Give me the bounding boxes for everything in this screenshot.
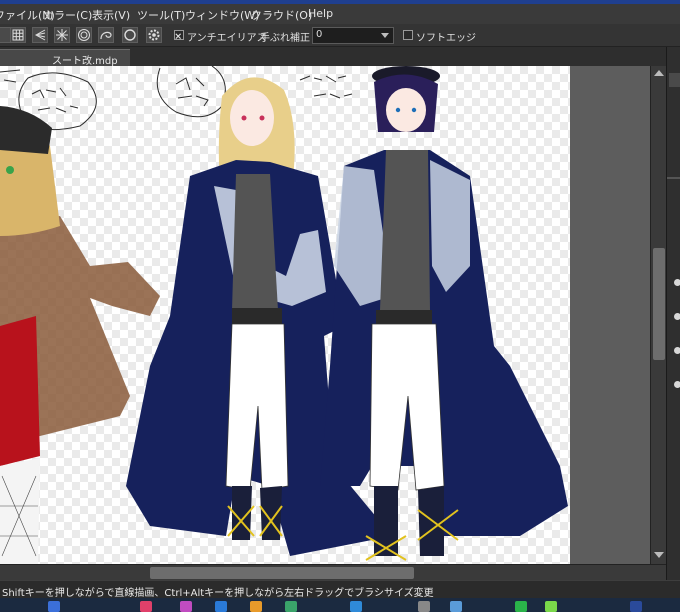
menu-window[interactable]: ウィンドウ(W) xyxy=(185,7,259,23)
perspective-lines-icon xyxy=(34,29,46,41)
curve-icon xyxy=(100,31,112,40)
tool-options-bar: アンチエイリアス 手ぶれ補正 0 ソフトエッジ xyxy=(0,24,680,47)
taskbar-app-icon[interactable] xyxy=(250,601,262,612)
document-tab[interactable]: スート改.mdp xyxy=(0,49,130,67)
stabilizer-select[interactable]: 0 xyxy=(312,27,394,44)
menu-cloud[interactable]: クラウド(O) xyxy=(251,7,312,23)
taskbar-app-icon[interactable] xyxy=(350,601,362,612)
snap-parallel-button[interactable] xyxy=(32,27,48,43)
horizontal-scroll-thumb[interactable] xyxy=(150,567,414,579)
taskbar-app-icon[interactable] xyxy=(450,601,462,612)
artwork-canvas[interactable] xyxy=(0,66,570,564)
taskbar-app-icon[interactable] xyxy=(630,601,642,612)
snap-concentric-button[interactable] xyxy=(76,27,92,43)
vertical-scroll-thumb[interactable] xyxy=(653,248,665,360)
chevron-down-icon xyxy=(381,33,389,38)
snap-circle-button[interactable] xyxy=(122,27,138,43)
taskbar-app-icon[interactable] xyxy=(215,601,227,612)
panel-button[interactable] xyxy=(669,73,680,87)
horizontal-scrollbar[interactable] xyxy=(0,564,666,580)
gear-icon xyxy=(148,29,160,41)
menu-bar: ファイル(N) カラー(C) 表示(V) ツール(T) ウィンドウ(W) クラウ… xyxy=(0,0,680,24)
menu-help[interactable]: Help xyxy=(308,7,333,20)
document-tab-row: スート改.mdp xyxy=(0,47,668,67)
taskbar-app-icon[interactable] xyxy=(515,601,527,612)
taskbar-app-icon[interactable] xyxy=(48,601,60,612)
scroll-down-arrow-icon[interactable] xyxy=(654,552,664,558)
taskbar-app-icon[interactable] xyxy=(140,601,152,612)
check-icon xyxy=(175,33,181,39)
snap-settings-button[interactable] xyxy=(146,27,162,43)
grid-icon xyxy=(12,29,24,41)
character-illustration xyxy=(0,66,568,564)
soft-edge-checkbox[interactable] xyxy=(403,30,413,40)
antialias-label: アンチエイリアス xyxy=(187,33,267,44)
concentric-circles-icon xyxy=(78,29,90,41)
circle-icon xyxy=(124,29,136,41)
taskbar-app-icon[interactable] xyxy=(418,601,430,612)
stabilizer-label: 手ぶれ補正 xyxy=(260,33,310,44)
soft-edge-label: ソフトエッジ xyxy=(416,33,476,44)
taskbar-app-icon[interactable] xyxy=(285,601,297,612)
right-panel xyxy=(666,47,680,580)
canvas-viewport[interactable] xyxy=(0,66,650,564)
panel-divider xyxy=(667,177,680,179)
layer-visibility-icon[interactable] xyxy=(674,279,680,286)
snap-grid-button[interactable] xyxy=(10,27,26,43)
taskbar-app-icon[interactable] xyxy=(545,601,557,612)
scroll-up-arrow-icon[interactable] xyxy=(654,70,664,76)
handwritten-notes xyxy=(0,66,353,131)
document-title: スート改.mdp xyxy=(52,56,118,67)
right-character xyxy=(320,66,568,561)
stabilizer-value: 0 xyxy=(316,29,323,40)
snap-radial-button[interactable] xyxy=(54,27,70,43)
antialias-checkbox[interactable] xyxy=(174,30,184,40)
layer-visibility-icon[interactable] xyxy=(674,347,680,354)
os-taskbar xyxy=(0,598,680,612)
status-bar: Shiftキーを押しながらで直線描画、Ctrl+Altキーを押しながら左右ドラッ… xyxy=(0,580,680,599)
menu-view[interactable]: 表示(V) xyxy=(92,7,130,23)
snap-curve-button[interactable] xyxy=(98,27,114,43)
layer-visibility-icon[interactable] xyxy=(674,313,680,320)
status-hint: Shiftキーを押しながらで直線描画、Ctrl+Altキーを押しながら左右ドラッ… xyxy=(2,588,434,599)
menu-color[interactable]: カラー(C) xyxy=(43,7,92,23)
taskbar-app-icon[interactable] xyxy=(180,601,192,612)
radial-lines-icon xyxy=(56,29,68,41)
menu-tool[interactable]: ツール(T) xyxy=(137,7,185,23)
layer-visibility-icon[interactable] xyxy=(674,381,680,388)
vertical-scrollbar[interactable] xyxy=(650,66,666,564)
